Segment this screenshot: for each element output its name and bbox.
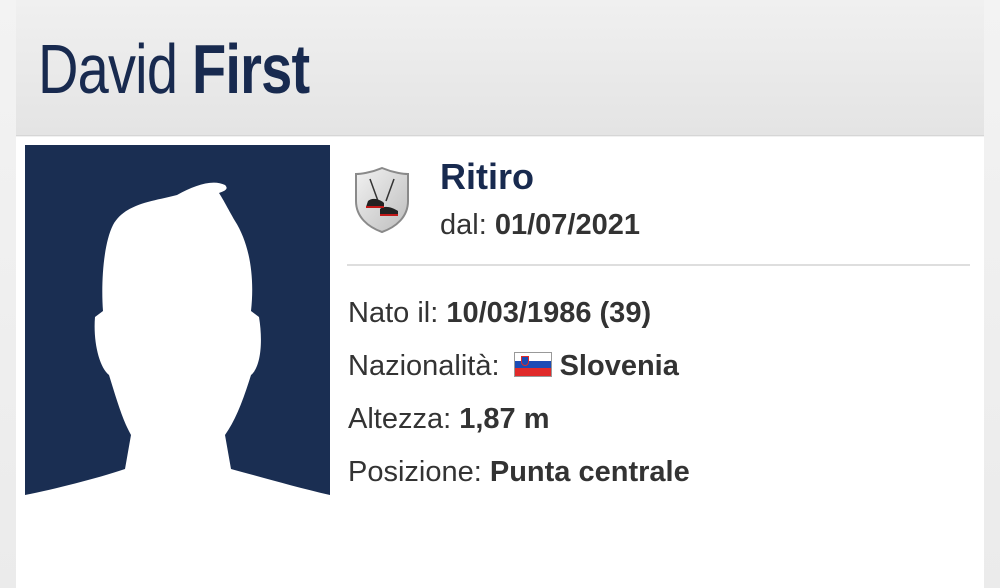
position-label: Posizione: — [348, 456, 482, 488]
position-value: Punta centrale — [489, 456, 690, 488]
career-status: Ritiro — [440, 156, 534, 197]
career-since: dal: 01/07/2021 — [440, 207, 640, 243]
player-name: David First — [38, 24, 310, 114]
player-photo — [25, 145, 330, 507]
slovenia-flag-icon — [513, 352, 552, 377]
since-label: dal: — [440, 209, 487, 241]
height-row: Altezza: 1,87 m — [348, 401, 550, 437]
player-card: Ritiro dal: 01/07/2021 Nato il: 10/03/19… — [16, 137, 984, 588]
player-silhouette-icon — [25, 145, 330, 507]
since-date: 01/07/2021 — [494, 209, 640, 241]
birth-value: 10/03/1986 (39) — [446, 297, 652, 329]
player-last-name: First — [191, 30, 310, 108]
birth-row: Nato il: 10/03/1986 (39) — [348, 295, 651, 331]
birth-label: Nato il: — [348, 297, 439, 329]
section-divider — [347, 264, 970, 266]
nationality-row: Nazionalità: Slovenia — [348, 348, 679, 384]
position-row: Posizione: Punta centrale — [348, 454, 690, 490]
nationality-value: Slovenia — [559, 350, 679, 382]
height-value: 1,87 m — [459, 403, 550, 435]
player-header: David First — [16, 0, 984, 136]
retired-boots-shield-icon — [352, 165, 412, 235]
nationality-label: Nazionalità: — [348, 350, 500, 382]
player-first-name: David — [38, 30, 178, 108]
height-label: Altezza: — [348, 403, 452, 435]
